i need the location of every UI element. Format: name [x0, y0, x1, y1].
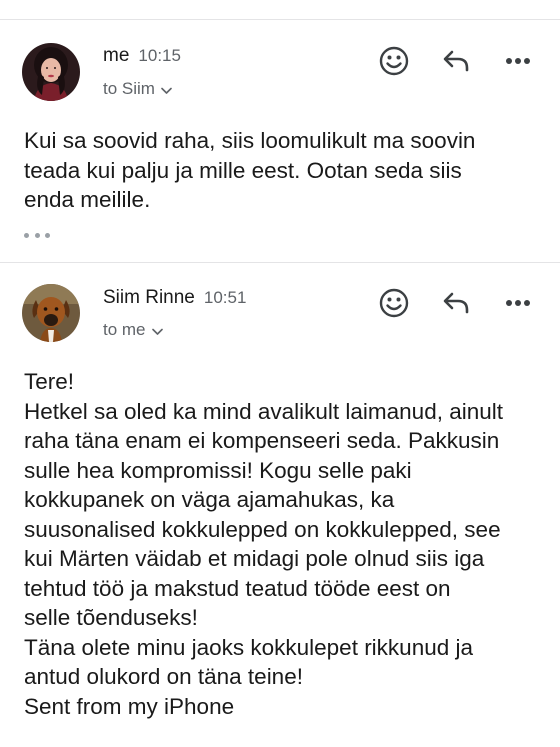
body-line: Kui sa soovid raha, siis loomulikult ma … — [24, 128, 476, 153]
smiley-face-icon — [379, 288, 409, 318]
body-line: raha täna enam ei kompenseeri seda. Pakk… — [24, 428, 500, 453]
avatar[interactable] — [22, 43, 80, 101]
dot — [34, 232, 40, 238]
body-line: sulle hea kompromissi! Kogu selle paki — [24, 457, 412, 483]
reply-button[interactable] — [438, 43, 474, 79]
chevron-down-icon — [161, 80, 172, 100]
body-line: selle tõenduseks! — [24, 605, 198, 630]
add-reaction-button[interactable] — [376, 285, 412, 321]
recipient-text: to Siim — [103, 79, 155, 98]
more-options-button[interactable] — [500, 43, 536, 79]
reply-arrow-icon — [443, 50, 469, 72]
add-reaction-button[interactable] — [376, 43, 412, 79]
more-dots-icon — [506, 58, 530, 64]
recipient-text: to me — [103, 320, 146, 339]
message-body: Tere! Hetkel sa oled ka mind avalikult l… — [24, 367, 544, 721]
smiley-face-icon — [379, 46, 409, 76]
message-time: 10:15 — [138, 46, 181, 65]
more-dots-icon — [506, 300, 530, 306]
sender-name: me — [103, 45, 130, 66]
signature-line: Sent from my iPhone — [24, 693, 235, 719]
body-line: Täna olete minu jaoks kokkulepet rikkunu… — [24, 634, 474, 660]
avatar[interactable] — [22, 284, 80, 342]
sender-name: Siim Rinne — [103, 287, 195, 308]
sender-line: Siim Rinne 10:51 — [103, 287, 246, 309]
message-card-2: Siim Rinne 10:51 to me Tere! Hetkel sa ol… — [0, 263, 560, 747]
body-line: kokkupanek on väga ajamahukas, ka — [24, 487, 395, 512]
body-line: Tere! — [24, 369, 75, 394]
woman-portrait-avatar-icon — [22, 43, 80, 101]
body-line: teada kui palju ja mille eest. Ootan sed… — [24, 157, 462, 183]
sender-line: me 10:15 — [103, 45, 181, 67]
body-line: tehtud töö ja makstud teatud tööde eest … — [24, 575, 451, 601]
message-time: 10:51 — [203, 288, 247, 307]
body-line: kui Märten väidab et midagi pole olnud s… — [24, 546, 485, 571]
show-trimmed-content-button[interactable] — [24, 228, 50, 242]
dot — [24, 232, 29, 238]
recipient-details-toggle[interactable]: to me — [103, 320, 163, 341]
body-line: Hetkel sa oled ka mind avalikult laimanu… — [24, 398, 504, 424]
message-card-1: me 10:15 to Siim Kui sa soovid raha, siis… — [0, 0, 560, 262]
body-line: enda meilile. — [24, 187, 151, 212]
chevron-down-icon — [151, 321, 163, 341]
dog-portrait-avatar-icon — [22, 284, 80, 342]
body-line: suusonalised kokkulepped on kokkulepped,… — [24, 516, 501, 542]
more-options-button[interactable] — [500, 285, 536, 321]
reply-arrow-icon — [443, 292, 469, 314]
message-body: Kui sa soovid raha, siis loomulikult ma … — [24, 126, 544, 215]
recipient-details-toggle[interactable]: to Siim — [103, 79, 172, 100]
reply-button[interactable] — [438, 285, 474, 321]
body-line: antud olukord on täna teine! — [24, 664, 303, 689]
dot — [45, 232, 50, 238]
